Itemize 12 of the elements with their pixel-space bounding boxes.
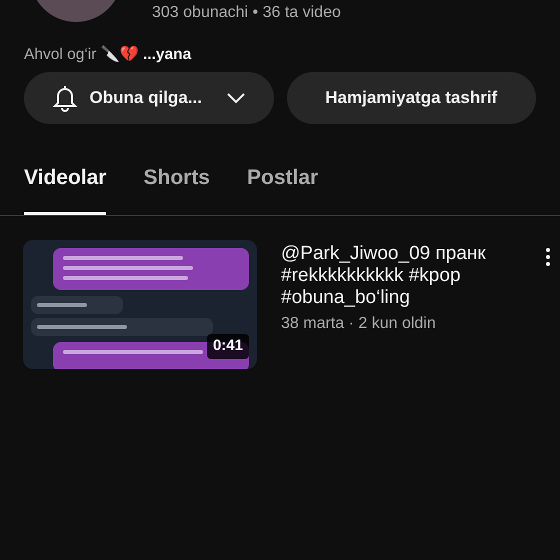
subscribed-button[interactable]: Obuna qilga...	[24, 72, 274, 124]
bell-icon	[52, 84, 78, 112]
video-meta: 38 marta · 2 kun oldin	[281, 314, 437, 334]
video-duration: 0:41	[206, 334, 249, 358]
chevron-down-icon	[226, 92, 246, 104]
tab[interactable]: Videolar	[24, 158, 106, 214]
tab[interactable]: Shorts	[143, 158, 210, 214]
channel-stats: 303 obunachi • 36 ta video	[152, 3, 341, 23]
channel-description: Ahvol og‘ir 🔪💔 ...yana	[24, 46, 192, 63]
video-title[interactable]: @Park_Jiwoo_09 пранк #rekkkkkkkkkk #kpop #obuna_bo‘ling	[281, 242, 536, 308]
community-button[interactable]: Hamjamiyatga tashrif	[286, 72, 536, 124]
tab[interactable]: Postlar	[247, 158, 318, 214]
